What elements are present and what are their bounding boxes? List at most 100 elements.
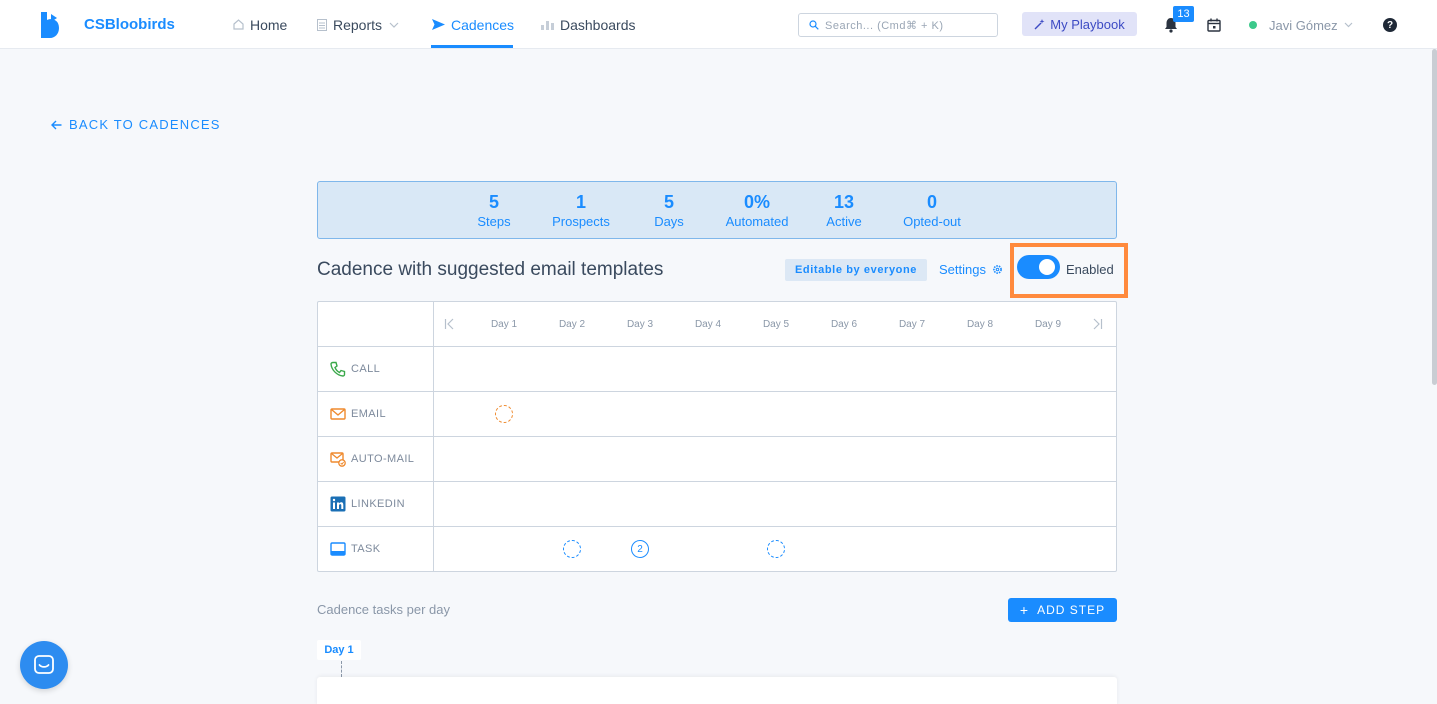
step-task-day-5[interactable] [767, 540, 785, 558]
notification-count-badge: 13 [1173, 6, 1194, 22]
stat-active: 13 Active [800, 191, 888, 231]
row-label-text: CALL [351, 363, 381, 375]
day-header: Day 9 [1034, 319, 1062, 330]
day-header: Day 2 [558, 319, 586, 330]
active-tab-indicator [431, 45, 513, 48]
back-to-cadences-label: BACK TO CADENCES [69, 117, 221, 132]
my-playbook-button[interactable]: My Playbook [1022, 12, 1137, 36]
enabled-toggle[interactable] [1017, 255, 1060, 279]
user-name: Javi Gómez [1269, 17, 1338, 33]
nav-reports-label: Reports [333, 16, 383, 33]
user-menu[interactable]: Javi Gómez [1249, 16, 1353, 34]
nav-home-label: Home [250, 16, 288, 33]
row-email: EMAIL [330, 405, 386, 423]
help-icon[interactable]: ? [1383, 18, 1397, 32]
day-header: Day 5 [762, 319, 790, 330]
search-placeholder: Search... (Cmd⌘ + K) [825, 19, 944, 32]
stat-value: 0 [926, 192, 937, 212]
stat-value: 1 [575, 192, 586, 212]
editable-by-everyone-badge: Editable by everyone [785, 259, 927, 281]
chat-support-button[interactable] [20, 641, 68, 689]
auto-mail-icon [330, 451, 346, 467]
day-1-chip: Day 1 [317, 640, 361, 660]
search-input[interactable]: Search... (Cmd⌘ + K) [798, 13, 998, 37]
my-playbook-label: My Playbook [1050, 16, 1125, 32]
chat-icon [34, 655, 54, 674]
settings-link[interactable]: Settings [939, 262, 1003, 277]
row-label-text: AUTO-MAIL [351, 453, 415, 465]
stat-prospects: 1 Prospects [537, 191, 625, 231]
day-header: Day 7 [898, 319, 926, 330]
nav-reports[interactable]: Reports [317, 0, 399, 49]
stat-label: Prospects [552, 214, 610, 229]
stat-steps: 5 Steps [450, 191, 538, 231]
arrow-left-icon [51, 120, 62, 130]
cadence-title: Cadence with suggested email templates [317, 259, 664, 280]
row-label-text: EMAIL [351, 408, 387, 420]
stat-value: 5 [663, 192, 674, 212]
toggle-knob [1039, 259, 1055, 275]
day-header: Day 8 [966, 319, 994, 330]
nav-cadences-label: Cadences [451, 16, 515, 33]
step-email-day-1[interactable] [495, 405, 513, 423]
page-scrollbar[interactable] [1432, 49, 1437, 385]
nav-dashboards[interactable]: Dashboards [541, 0, 636, 49]
day-header: Day 3 [626, 319, 654, 330]
send-icon [432, 19, 445, 30]
day-header: Day 4 [694, 319, 722, 330]
stat-label: Automated [725, 214, 789, 229]
row-label-text: LINKEDIN [351, 498, 405, 510]
online-status-dot [1249, 21, 1257, 29]
last-day-arrow-icon[interactable] [1091, 318, 1103, 330]
nav-home[interactable]: Home [233, 0, 287, 49]
stat-days: 5 Days [625, 191, 713, 231]
stat-label: Days [654, 214, 684, 229]
grid-row-divider [318, 526, 1116, 527]
row-linkedin: LINKEDIN [330, 495, 405, 513]
search-icon [809, 20, 819, 30]
row-label-text: TASK [351, 543, 381, 555]
grid-row-divider [318, 481, 1116, 482]
stat-label: Opted-out [903, 214, 961, 229]
back-to-cadences-link[interactable]: BACK TO CADENCES [51, 117, 221, 132]
add-step-button[interactable]: + ADD STEP [1008, 598, 1117, 622]
reports-icon [317, 18, 327, 31]
linkedin-icon [330, 496, 346, 512]
grid-row-divider [318, 346, 1116, 347]
plus-icon: + [1019, 602, 1030, 618]
top-navigation-bar: CSBloobirds Home Reports Cadences Dashbo… [0, 0, 1437, 49]
cadence-tasks-per-day-heading: Cadence tasks per day [317, 602, 450, 617]
gear-icon [992, 264, 1003, 275]
day-1-task-card [317, 677, 1117, 704]
row-auto-mail: AUTO-MAIL [330, 450, 414, 468]
day-header: Day 6 [830, 319, 858, 330]
stat-label: Active [826, 214, 862, 229]
stat-opted-out: 0 Opted-out [888, 191, 976, 231]
timeline-connector [341, 661, 342, 677]
brand-name[interactable]: CSBloobirds [84, 16, 175, 33]
stat-automated: 0% Automated [713, 191, 801, 231]
first-day-arrow-icon[interactable] [444, 318, 456, 330]
chevron-down-icon [1344, 22, 1353, 28]
settings-label: Settings [939, 262, 986, 277]
grid-row-divider [318, 436, 1116, 437]
day-header: Day 1 [490, 319, 518, 330]
stat-value: 13 [833, 192, 855, 212]
bloobirds-logo-icon[interactable] [38, 12, 62, 38]
step-task-day-3[interactable]: 2 [631, 540, 649, 558]
stat-label: Steps [477, 214, 511, 229]
calendar-icon[interactable] [1207, 18, 1221, 32]
nav-dashboards-label: Dashboards [560, 16, 636, 33]
stat-value: 0% [743, 192, 770, 212]
step-task-day-2[interactable] [563, 540, 581, 558]
add-step-label: ADD STEP [1037, 603, 1106, 617]
nav-cadences[interactable]: Cadences [432, 0, 514, 49]
cadence-stats-bar: 5 Steps 1 Prospects 5 Days 0% Automated … [317, 181, 1117, 239]
magic-wand-icon [1034, 18, 1045, 30]
row-call: CALL [330, 360, 380, 378]
stat-value: 5 [488, 192, 499, 212]
bar-chart-icon [541, 19, 554, 30]
cadence-steps-grid: Day 1 Day 2 Day 3 Day 4 Day 5 Day 6 Day … [317, 301, 1117, 572]
task-icon [330, 541, 346, 557]
mail-icon [330, 406, 346, 422]
